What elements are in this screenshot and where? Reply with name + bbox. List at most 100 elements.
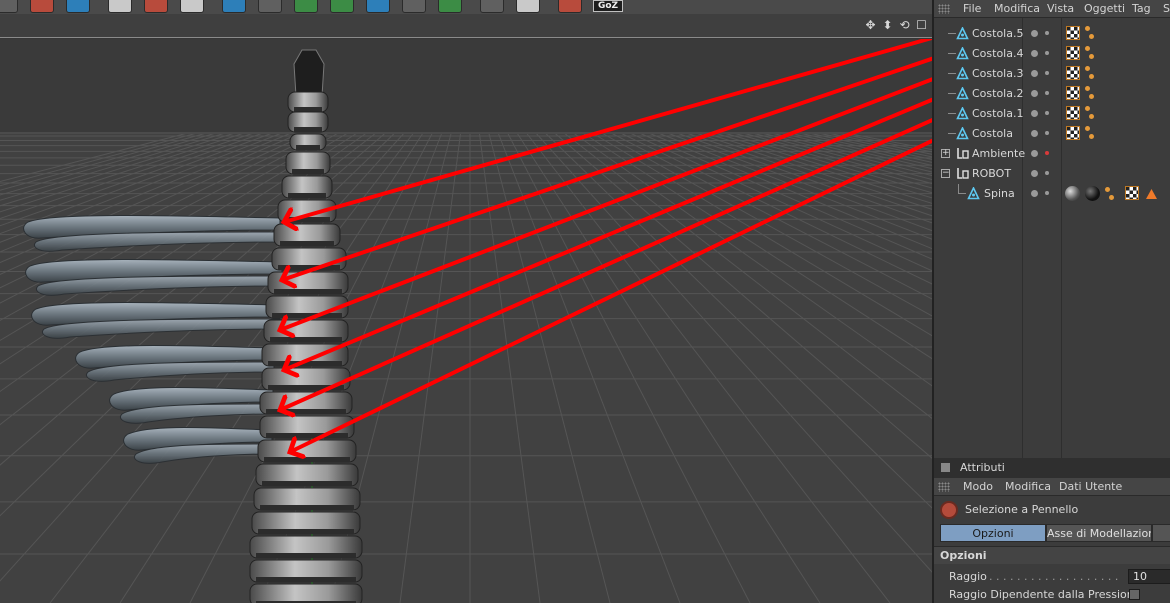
material-tag-icon[interactable] xyxy=(1085,86,1090,91)
render-dot[interactable] xyxy=(1045,31,1049,35)
cube-icon[interactable] xyxy=(222,0,246,13)
material-tag-icon[interactable] xyxy=(1105,187,1110,192)
visibility-dot[interactable] xyxy=(1031,70,1038,77)
menu-s[interactable]: S xyxy=(1163,2,1170,15)
material-tag-icon[interactable] xyxy=(1089,74,1094,79)
tool-button[interactable] xyxy=(144,0,168,13)
null-object-icon xyxy=(957,168,969,179)
menu-vista[interactable]: Vista xyxy=(1047,2,1074,15)
visibility-dot[interactable] xyxy=(1031,50,1038,57)
material-tag-icon[interactable] xyxy=(1089,134,1094,139)
object-row-costola-4[interactable]: Costola.4 xyxy=(934,44,1170,64)
object-row-robot[interactable]: − ROBOT xyxy=(934,164,1170,184)
texture-tag-icon[interactable] xyxy=(1066,86,1080,100)
render-dot[interactable] xyxy=(1045,151,1049,155)
texture-tag-icon[interactable] xyxy=(1066,26,1080,40)
panel-icon[interactable] xyxy=(941,463,950,472)
tool-button[interactable] xyxy=(480,0,504,13)
tool-button[interactable] xyxy=(180,0,204,13)
object-row-costola-2[interactable]: Costola.2 xyxy=(934,84,1170,104)
menu-modifica[interactable]: Modifica xyxy=(1005,480,1051,493)
phong-tag-icon[interactable] xyxy=(1145,187,1158,200)
material-tag-icon[interactable] xyxy=(1085,46,1090,51)
tab-opzioni[interactable]: Opzioni xyxy=(940,524,1046,542)
material-tag-icon[interactable] xyxy=(1089,54,1094,59)
menu-file[interactable]: File xyxy=(963,2,981,15)
material-tag-icon[interactable] xyxy=(1085,126,1090,131)
tool-button[interactable] xyxy=(366,0,390,13)
material-tag-icon[interactable] xyxy=(1109,195,1114,200)
expand-icon[interactable]: + xyxy=(941,149,950,158)
viewport-scene[interactable] xyxy=(0,39,932,603)
object-name: Costola.4 xyxy=(972,47,1024,60)
maximize-icon[interactable]: ☐ xyxy=(915,19,928,32)
tool-button[interactable] xyxy=(108,0,132,13)
render-dot[interactable] xyxy=(1045,111,1049,115)
tool-button[interactable] xyxy=(294,0,318,13)
menu-modo[interactable]: Modo xyxy=(963,480,993,493)
object-row-costola[interactable]: Costola xyxy=(934,124,1170,144)
object-row-ambiente[interactable]: + Ambiente xyxy=(934,144,1170,164)
texture-tag-icon[interactable] xyxy=(1066,46,1080,60)
sphere-material-tag-icon[interactable] xyxy=(1065,186,1080,201)
tool-button[interactable] xyxy=(66,0,90,13)
viewport-header: ✥ ⬍ ⟲ ☐ xyxy=(0,14,932,38)
material-tag-icon[interactable] xyxy=(1085,26,1090,31)
3d-viewport[interactable]: ✥ ⬍ ⟲ ☐ xyxy=(0,14,932,603)
menu-tag[interactable]: Tag xyxy=(1132,2,1151,15)
object-manager-menu: File Modifica Vista Oggetti Tag S xyxy=(934,0,1170,18)
material-tag-icon[interactable] xyxy=(1085,106,1090,111)
visibility-dot[interactable] xyxy=(1031,110,1038,117)
tool-button[interactable] xyxy=(0,0,18,13)
move-icon[interactable]: ✥ xyxy=(864,19,877,32)
render-dot[interactable] xyxy=(1045,171,1049,175)
tool-button[interactable] xyxy=(402,0,426,13)
menu-dati-utente[interactable]: Dati Utente xyxy=(1059,480,1122,493)
rotate-icon[interactable]: ⟲ xyxy=(898,19,911,32)
texture-tag-icon[interactable] xyxy=(1066,126,1080,140)
tool-button[interactable] xyxy=(30,0,54,13)
material-tag-icon[interactable] xyxy=(1089,114,1094,119)
visibility-dot[interactable] xyxy=(1031,130,1038,137)
render-dot[interactable] xyxy=(1045,71,1049,75)
render-dot[interactable] xyxy=(1045,131,1049,135)
pressure-radius-checkbox[interactable] xyxy=(1129,589,1140,600)
visibility-dot[interactable] xyxy=(1031,190,1038,197)
zoom-icon[interactable]: ⬍ xyxy=(881,19,894,32)
tool-button[interactable] xyxy=(258,0,282,13)
grip-icon[interactable] xyxy=(938,4,950,14)
tool-button[interactable] xyxy=(330,0,354,13)
visibility-dot[interactable] xyxy=(1031,170,1038,177)
goz-button[interactable]: GoZ xyxy=(593,0,623,12)
object-name: Costola.3 xyxy=(972,67,1024,80)
material-tag-icon[interactable] xyxy=(1085,66,1090,71)
tab-asse-di-modellazione[interactable]: Asse di Modellazione xyxy=(1046,524,1152,542)
tree-line xyxy=(948,73,956,74)
render-dot[interactable] xyxy=(1045,91,1049,95)
visibility-dot[interactable] xyxy=(1031,30,1038,37)
material-tag-icon[interactable] xyxy=(1089,94,1094,99)
object-row-costola-3[interactable]: Costola.3 xyxy=(934,64,1170,84)
object-row-costola-1[interactable]: Costola.1 xyxy=(934,104,1170,124)
radius-input[interactable]: 10 xyxy=(1128,569,1170,584)
material-tag-icon[interactable] xyxy=(1089,34,1094,39)
menu-modifica[interactable]: Modifica xyxy=(994,2,1040,15)
texture-tag-icon[interactable] xyxy=(1125,186,1139,200)
texture-tag-icon[interactable] xyxy=(1066,66,1080,80)
visibility-dot[interactable] xyxy=(1031,90,1038,97)
texture-tag-icon[interactable] xyxy=(1066,106,1080,120)
object-row-spina[interactable]: Spina xyxy=(934,184,1170,204)
grip-icon[interactable] xyxy=(938,482,950,492)
vertebra-gap xyxy=(266,409,346,414)
render-dot[interactable] xyxy=(1045,51,1049,55)
tab-more[interactable] xyxy=(1152,524,1170,542)
tool-button[interactable] xyxy=(516,0,540,13)
tool-button[interactable] xyxy=(438,0,462,13)
tool-button[interactable] xyxy=(558,0,582,13)
collapse-icon[interactable]: − xyxy=(941,169,950,178)
menu-oggetti[interactable]: Oggetti xyxy=(1084,2,1125,15)
visibility-dot[interactable] xyxy=(1031,150,1038,157)
black-material-tag-icon[interactable] xyxy=(1085,186,1100,201)
object-row-costola-5[interactable]: Costola.5 xyxy=(934,24,1170,44)
render-dot[interactable] xyxy=(1045,191,1049,195)
